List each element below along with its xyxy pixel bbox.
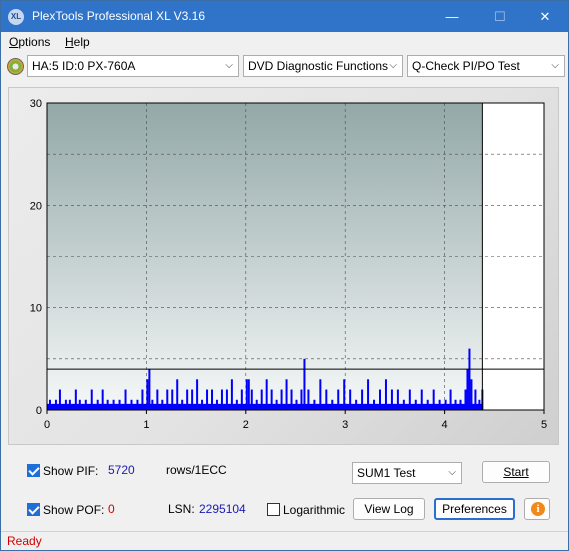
chevron-down-icon: ⌵: [225, 60, 233, 71]
show-pif-checkbox[interactable]: [27, 464, 40, 477]
data-bar: [303, 358, 306, 410]
menu-help[interactable]: Help: [65, 35, 90, 49]
y-tick-label: 10: [30, 303, 42, 315]
status-text: Ready: [7, 534, 42, 548]
menu-options-label: ptions: [18, 35, 51, 49]
chart-panel: 0 1 2 3 4 5 0 10 20 30: [8, 87, 559, 445]
info-button[interactable]: i: [524, 498, 550, 520]
show-pof-label: Show POF:: [43, 503, 105, 517]
menu-bar: Options Help: [1, 32, 568, 52]
x-tick-label: 2: [243, 419, 249, 431]
toolbar: HA:5 ID:0 PX-760A ⌵ DVD Diagnostic Funct…: [1, 52, 568, 80]
x-tick-label: 0: [44, 419, 50, 431]
view-log-label: View Log: [364, 502, 414, 516]
menu-help-accel: H: [65, 35, 74, 49]
preferences-label: Preferences: [442, 502, 507, 516]
title-bar[interactable]: XL PlexTools Professional XL V3.16 — ☐ ✕: [1, 1, 568, 32]
function-select[interactable]: DVD Diagnostic Functions ⌵: [243, 55, 403, 77]
app-window: XL PlexTools Professional XL V3.16 — ☐ ✕…: [0, 0, 569, 551]
status-bar: Ready: [1, 531, 568, 550]
data-bar-baseline: [47, 403, 483, 410]
view-log-button[interactable]: View Log: [353, 498, 425, 520]
preferences-button[interactable]: Preferences: [434, 498, 515, 520]
plextools-logo-icon: XL: [8, 9, 24, 25]
start-button-label: Start: [503, 465, 529, 479]
pif-value: 5720: [108, 463, 135, 477]
function-select-value: DVD Diagnostic Functions: [248, 59, 389, 73]
logarithmic-checkbox[interactable]: [267, 503, 280, 516]
lsn-value: 2295104: [199, 502, 246, 516]
pof-value: 0: [108, 502, 115, 516]
menu-options-accel: O: [9, 35, 19, 49]
test-select[interactable]: Q-Check PI/PO Test ⌵: [407, 55, 565, 77]
maximize-button[interactable]: ☐: [477, 1, 523, 32]
test-select-value: Q-Check PI/PO Test: [412, 59, 520, 73]
x-tick-label: 3: [342, 419, 348, 431]
x-tick-label: 5: [541, 419, 547, 431]
close-button[interactable]: ✕: [522, 1, 568, 32]
drive-select-value: HA:5 ID:0 PX-760A: [32, 59, 136, 73]
x-tick-label: 4: [442, 419, 448, 431]
rows-ecc-label: rows/1ECC: [166, 463, 227, 477]
pi-po-chart: 0 1 2 3 4 5 0 10 20 30: [30, 98, 547, 431]
chevron-down-icon: ⌵: [551, 60, 559, 71]
drive-select[interactable]: HA:5 ID:0 PX-760A ⌵: [27, 55, 239, 77]
lsn-label: LSN:: [168, 502, 195, 516]
window-title: PlexTools Professional XL V3.16: [32, 9, 205, 23]
chevron-down-icon: ⌵: [389, 60, 397, 71]
logarithmic-label: Logarithmic: [283, 503, 346, 517]
y-tick-label: 20: [30, 200, 42, 212]
sum-test-value: SUM1 Test: [357, 466, 416, 480]
menu-help-label: elp: [73, 35, 90, 49]
disc-drive-icon: [7, 58, 24, 75]
controls-panel: Show PIF: 5720 rows/1ECC SUM1 Test ⌵ Sta…: [8, 453, 559, 529]
y-tick-label: 0: [36, 405, 42, 417]
start-button[interactable]: Start: [482, 461, 550, 483]
show-pof-checkbox[interactable]: [27, 503, 40, 516]
show-pif-label: Show PIF:: [43, 464, 99, 478]
data-bar: [468, 348, 471, 410]
minimize-button[interactable]: —: [429, 1, 475, 32]
y-tick-label: 30: [30, 98, 42, 110]
sum-test-select[interactable]: SUM1 Test ⌵: [352, 462, 462, 484]
x-tick-label: 1: [143, 419, 149, 431]
info-icon: i: [531, 502, 545, 516]
menu-options[interactable]: Options: [9, 35, 50, 49]
chevron-down-icon: ⌵: [448, 467, 456, 478]
